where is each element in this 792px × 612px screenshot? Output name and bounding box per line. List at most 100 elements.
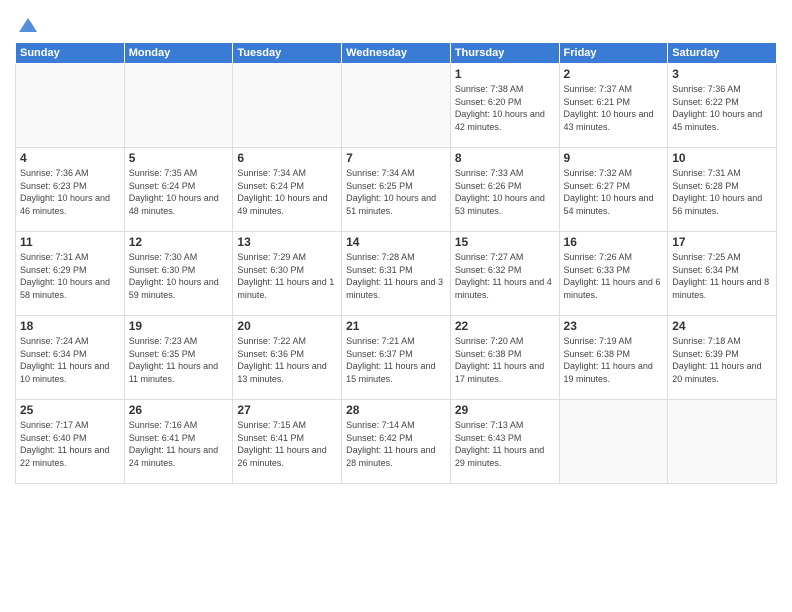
day-info: Sunrise: 7:33 AM Sunset: 6:26 PM Dayligh…: [455, 167, 555, 217]
day-info: Sunrise: 7:18 AM Sunset: 6:39 PM Dayligh…: [672, 335, 772, 385]
day-number: 8: [455, 151, 555, 165]
day-number: 3: [672, 67, 772, 81]
day-info: Sunrise: 7:32 AM Sunset: 6:27 PM Dayligh…: [564, 167, 664, 217]
day-number: 2: [564, 67, 664, 81]
day-number: 28: [346, 403, 446, 417]
day-info: Sunrise: 7:15 AM Sunset: 6:41 PM Dayligh…: [237, 419, 337, 469]
week-row-2: 11 Sunrise: 7:31 AM Sunset: 6:29 PM Dayli…: [16, 232, 777, 316]
day-number: 7: [346, 151, 446, 165]
calendar-cell: 20 Sunrise: 7:22 AM Sunset: 6:36 PM Dayli…: [233, 316, 342, 400]
weekday-header-monday: Monday: [124, 43, 233, 64]
calendar-cell: 7 Sunrise: 7:34 AM Sunset: 6:25 PM Daylig…: [342, 148, 451, 232]
calendar-body: 1 Sunrise: 7:38 AM Sunset: 6:20 PM Daylig…: [16, 64, 777, 484]
day-info: Sunrise: 7:22 AM Sunset: 6:36 PM Dayligh…: [237, 335, 337, 385]
calendar-cell: 6 Sunrise: 7:34 AM Sunset: 6:24 PM Daylig…: [233, 148, 342, 232]
calendar-cell: 10 Sunrise: 7:31 AM Sunset: 6:28 PM Dayli…: [668, 148, 777, 232]
calendar-cell: 22 Sunrise: 7:20 AM Sunset: 6:38 PM Dayli…: [450, 316, 559, 400]
day-info: Sunrise: 7:14 AM Sunset: 6:42 PM Dayligh…: [346, 419, 446, 469]
calendar-cell: 4Sunrise: 7:36 AM Sunset: 6:23 PM Daylig…: [16, 148, 125, 232]
day-number: 4: [20, 151, 120, 165]
day-info: Sunrise: 7:34 AM Sunset: 6:24 PM Dayligh…: [237, 167, 337, 217]
day-info: Sunrise: 7:29 AM Sunset: 6:30 PM Dayligh…: [237, 251, 337, 301]
day-info: Sunrise: 7:34 AM Sunset: 6:25 PM Dayligh…: [346, 167, 446, 217]
day-info: Sunrise: 7:21 AM Sunset: 6:37 PM Dayligh…: [346, 335, 446, 385]
day-number: 13: [237, 235, 337, 249]
day-info: Sunrise: 7:23 AM Sunset: 6:35 PM Dayligh…: [129, 335, 229, 385]
weekday-header-saturday: Saturday: [668, 43, 777, 64]
logo-icon: [17, 14, 39, 36]
weekday-header-thursday: Thursday: [450, 43, 559, 64]
day-number: 14: [346, 235, 446, 249]
calendar-cell: 13 Sunrise: 7:29 AM Sunset: 6:30 PM Dayli…: [233, 232, 342, 316]
week-row-1: 4Sunrise: 7:36 AM Sunset: 6:23 PM Daylig…: [16, 148, 777, 232]
calendar-cell: 8 Sunrise: 7:33 AM Sunset: 6:26 PM Daylig…: [450, 148, 559, 232]
day-number: 9: [564, 151, 664, 165]
calendar-cell: 19 Sunrise: 7:23 AM Sunset: 6:35 PM Dayli…: [124, 316, 233, 400]
day-number: 22: [455, 319, 555, 333]
day-info: Sunrise: 7:31 AM Sunset: 6:28 PM Dayligh…: [672, 167, 772, 217]
day-number: 20: [237, 319, 337, 333]
calendar-cell: [124, 64, 233, 148]
calendar-cell: 5 Sunrise: 7:35 AM Sunset: 6:24 PM Daylig…: [124, 148, 233, 232]
calendar-cell: 29Sunrise: 7:13 AM Sunset: 6:43 PM Dayli…: [450, 400, 559, 484]
day-info: Sunrise: 7:16 AM Sunset: 6:41 PM Dayligh…: [129, 419, 229, 469]
calendar-cell: 25Sunrise: 7:17 AM Sunset: 6:40 PM Dayli…: [16, 400, 125, 484]
weekday-header-row: SundayMondayTuesdayWednesdayThursdayFrid…: [16, 43, 777, 64]
day-info: Sunrise: 7:26 AM Sunset: 6:33 PM Dayligh…: [564, 251, 664, 301]
week-row-4: 25Sunrise: 7:17 AM Sunset: 6:40 PM Dayli…: [16, 400, 777, 484]
day-number: 21: [346, 319, 446, 333]
day-number: 5: [129, 151, 229, 165]
day-info: Sunrise: 7:20 AM Sunset: 6:38 PM Dayligh…: [455, 335, 555, 385]
calendar-cell: 27 Sunrise: 7:15 AM Sunset: 6:41 PM Dayli…: [233, 400, 342, 484]
day-number: 15: [455, 235, 555, 249]
day-info: Sunrise: 7:24 AM Sunset: 6:34 PM Dayligh…: [20, 335, 120, 385]
calendar-cell: 28 Sunrise: 7:14 AM Sunset: 6:42 PM Dayli…: [342, 400, 451, 484]
calendar-page: SundayMondayTuesdayWednesdayThursdayFrid…: [0, 0, 792, 612]
day-info: Sunrise: 7:27 AM Sunset: 6:32 PM Dayligh…: [455, 251, 555, 301]
calendar-cell: [16, 64, 125, 148]
calendar-cell: 17 Sunrise: 7:25 AM Sunset: 6:34 PM Dayli…: [668, 232, 777, 316]
day-number: 6: [237, 151, 337, 165]
day-number: 10: [672, 151, 772, 165]
calendar-cell: 1 Sunrise: 7:38 AM Sunset: 6:20 PM Daylig…: [450, 64, 559, 148]
day-info: Sunrise: 7:37 AM Sunset: 6:21 PM Dayligh…: [564, 83, 664, 133]
calendar-cell: 21 Sunrise: 7:21 AM Sunset: 6:37 PM Dayli…: [342, 316, 451, 400]
day-number: 27: [237, 403, 337, 417]
calendar-cell: [668, 400, 777, 484]
calendar-cell: 15 Sunrise: 7:27 AM Sunset: 6:32 PM Dayli…: [450, 232, 559, 316]
day-number: 24: [672, 319, 772, 333]
weekday-header-wednesday: Wednesday: [342, 43, 451, 64]
calendar-cell: [559, 400, 668, 484]
day-number: 29: [455, 403, 555, 417]
calendar-cell: [342, 64, 451, 148]
day-number: 18: [20, 319, 120, 333]
day-number: 25: [20, 403, 120, 417]
calendar-cell: 23 Sunrise: 7:19 AM Sunset: 6:38 PM Dayli…: [559, 316, 668, 400]
day-number: 23: [564, 319, 664, 333]
calendar-cell: 14 Sunrise: 7:28 AM Sunset: 6:31 PM Dayli…: [342, 232, 451, 316]
logo: [15, 14, 39, 36]
day-number: 26: [129, 403, 229, 417]
day-number: 1: [455, 67, 555, 81]
day-info: Sunrise: 7:25 AM Sunset: 6:34 PM Dayligh…: [672, 251, 772, 301]
day-info: Sunrise: 7:36 AM Sunset: 6:22 PM Dayligh…: [672, 83, 772, 133]
day-info: Sunrise: 7:28 AM Sunset: 6:31 PM Dayligh…: [346, 251, 446, 301]
day-info: Sunrise: 7:19 AM Sunset: 6:38 PM Dayligh…: [564, 335, 664, 385]
day-number: 19: [129, 319, 229, 333]
day-number: 12: [129, 235, 229, 249]
calendar-cell: 26 Sunrise: 7:16 AM Sunset: 6:41 PM Dayli…: [124, 400, 233, 484]
week-row-3: 18 Sunrise: 7:24 AM Sunset: 6:34 PM Dayli…: [16, 316, 777, 400]
weekday-header-tuesday: Tuesday: [233, 43, 342, 64]
day-number: 17: [672, 235, 772, 249]
calendar-cell: [233, 64, 342, 148]
day-info: Sunrise: 7:31 AM Sunset: 6:29 PM Dayligh…: [20, 251, 120, 301]
day-info: Sunrise: 7:30 AM Sunset: 6:30 PM Dayligh…: [129, 251, 229, 301]
weekday-header-friday: Friday: [559, 43, 668, 64]
day-info: Sunrise: 7:35 AM Sunset: 6:24 PM Dayligh…: [129, 167, 229, 217]
calendar-cell: 9 Sunrise: 7:32 AM Sunset: 6:27 PM Daylig…: [559, 148, 668, 232]
calendar-cell: 11 Sunrise: 7:31 AM Sunset: 6:29 PM Dayli…: [16, 232, 125, 316]
calendar-cell: 12 Sunrise: 7:30 AM Sunset: 6:30 PM Dayli…: [124, 232, 233, 316]
calendar-cell: 3 Sunrise: 7:36 AM Sunset: 6:22 PM Daylig…: [668, 64, 777, 148]
day-number: 11: [20, 235, 120, 249]
day-info: Sunrise: 7:38 AM Sunset: 6:20 PM Dayligh…: [455, 83, 555, 133]
